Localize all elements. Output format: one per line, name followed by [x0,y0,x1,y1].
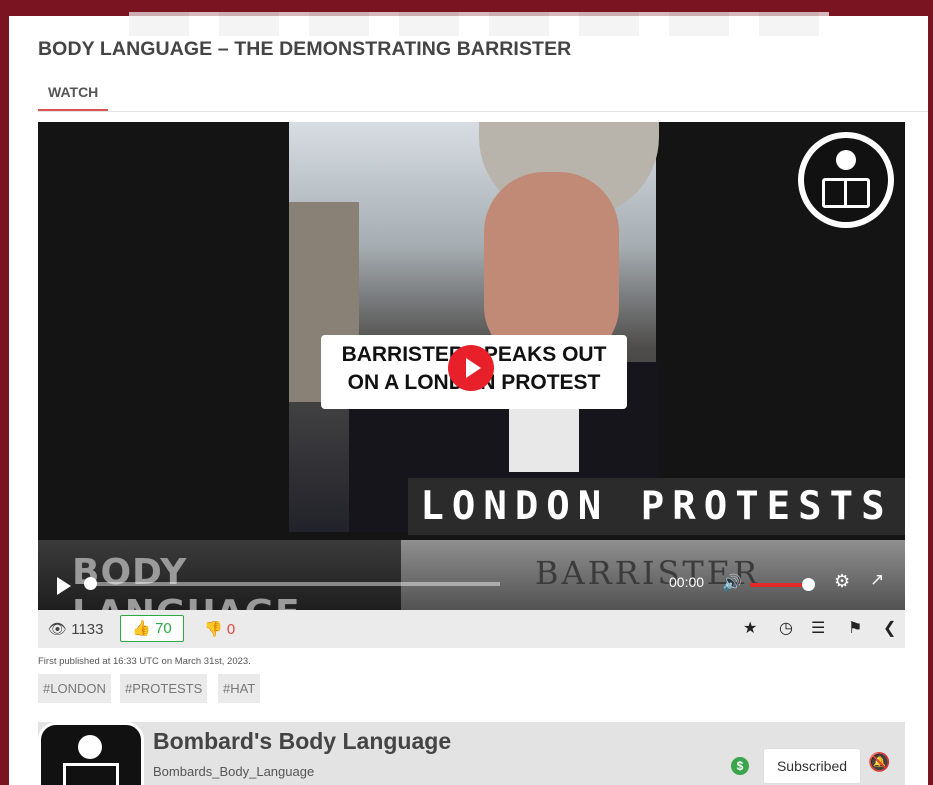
channel-avatar[interactable] [38,722,144,785]
clock-icon[interactable]: ◷ [779,618,793,638]
channel-logo-watermark [798,132,894,228]
thumbs-down-icon: 👎 [204,621,223,638]
views-value: 1133 [71,621,104,638]
progress-bar[interactable] [86,582,500,586]
star-icon[interactable]: ★ [743,618,757,638]
window-frame-left [0,0,9,785]
video-player[interactable]: BARRISTER SPEAKS OUT ON A LONDON PROTEST… [38,122,905,610]
thumbs-up-icon: 👍 [132,620,151,637]
publish-date: First published at 16:33 UTC on March 31… [38,656,251,667]
lower-third-left-text: BODY LANGUAGE [72,552,300,610]
reader-icon [804,138,888,222]
header-watermark [129,12,829,36]
volume-icon[interactable]: 🔊 [722,573,742,593]
flag-icon[interactable]: ⚑ [848,618,862,638]
page-title: BODY LANGUAGE – THE DEMONSTRATING BARRIS… [38,38,572,60]
tag-london[interactable]: #LONDON [38,674,111,703]
video-frame [289,122,659,532]
play-icon[interactable] [57,577,71,595]
video-stats-bar: 👁 1133 👍 70 👎 0 ★ ◷ ☰ ⚑ ❮ [38,610,905,648]
lower-third-left: BODY LANGUAGE [38,540,401,610]
gear-icon[interactable]: ⚙ [834,571,850,592]
tag-hat[interactable]: #HAT [218,674,261,703]
page-content: BODY LANGUAGE – THE DEMONSTRATING BARRIS… [9,12,928,785]
channel-handle: Bombards_Body_Language [153,764,315,779]
likes-value: 70 [155,620,172,637]
share-icon[interactable]: ❮ [883,618,896,638]
view-count: 👁 1133 [48,620,103,638]
lower-third-right: BARRISTER [401,540,905,610]
subscribe-button[interactable]: Subscribed [763,748,861,784]
video-title-strip: LONDON PROTESTS [408,478,905,535]
channel-bar: Bombard's Body Language Bombards_Body_La… [38,722,905,785]
eye-icon: 👁 [48,621,68,638]
dislike-button[interactable]: 👎 0 [204,620,235,638]
volume-slider[interactable] [750,583,808,587]
tag-protests[interactable]: #PROTESTS [120,674,208,703]
dislikes-value: 0 [226,621,236,638]
big-play-button[interactable] [448,345,494,391]
progress-handle[interactable] [84,577,97,590]
list-icon[interactable]: ☰ [811,618,825,638]
volume-handle[interactable] [802,578,815,591]
time-display: 00:00 [669,574,705,590]
tab-watch[interactable]: WATCH [38,82,109,111]
tab-bar: WATCH [38,82,928,112]
money-icon[interactable]: $ [731,757,749,775]
like-button[interactable]: 👍 70 [120,615,184,642]
video-face [484,172,619,362]
window-frame-right [928,0,933,785]
bell-off-icon[interactable]: 🔕 [868,752,890,773]
channel-name[interactable]: Bombard's Body Language [153,728,451,755]
fullscreen-icon[interactable]: ↗ [870,570,884,590]
